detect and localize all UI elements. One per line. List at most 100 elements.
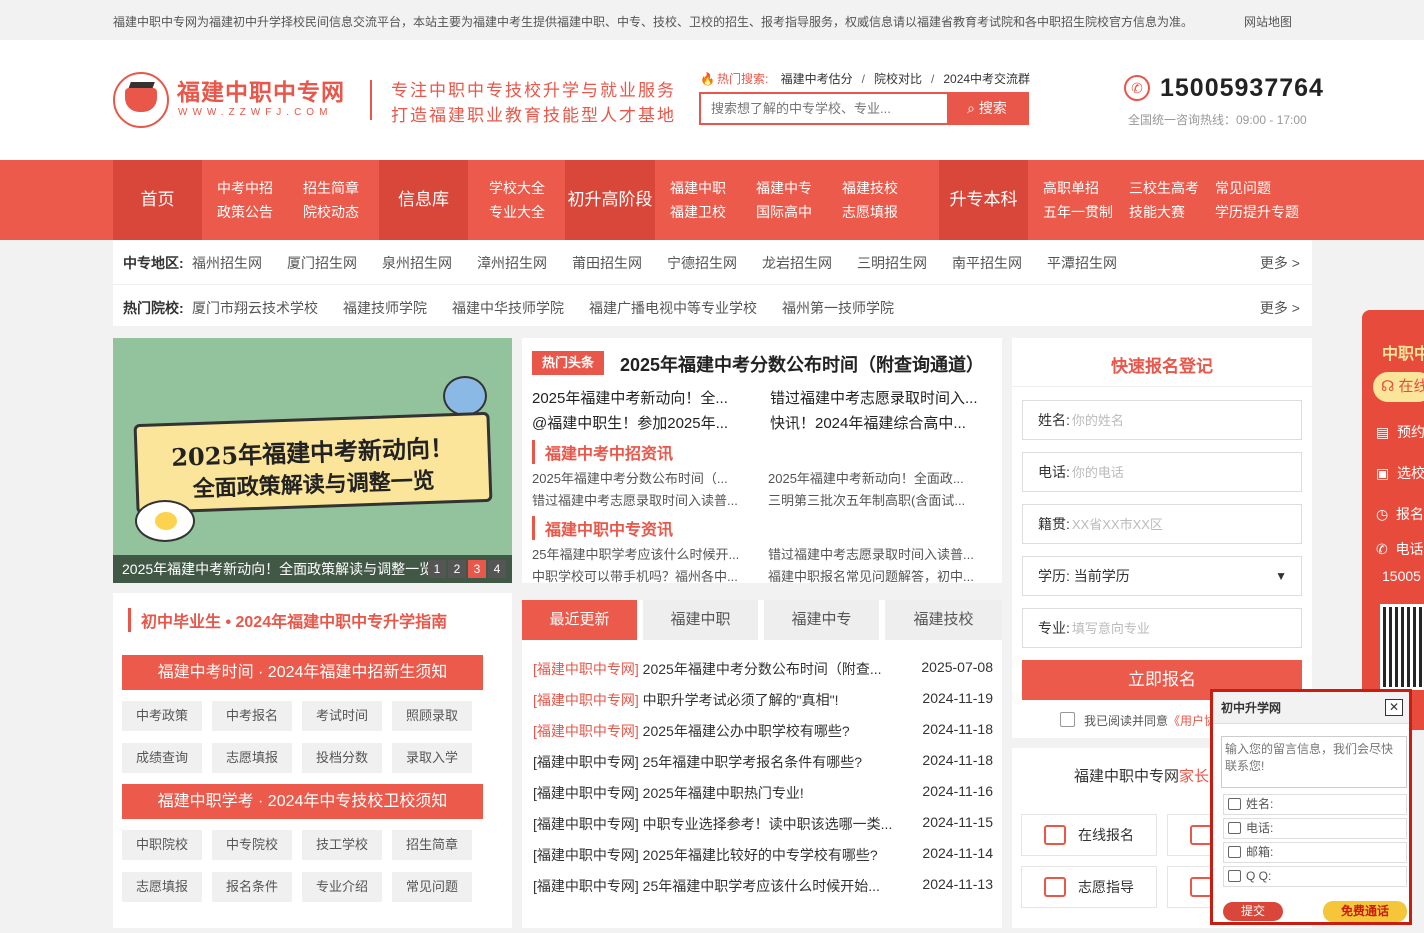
nav-link[interactable]: 志愿填报: [842, 200, 898, 224]
banner-dot-active[interactable]: 3: [468, 560, 486, 578]
tab-zhongzhuan[interactable]: 福建中专: [764, 600, 879, 640]
guide-tag[interactable]: 考试时间: [302, 701, 382, 731]
close-icon[interactable]: ✕: [1385, 699, 1403, 716]
chat-submit-button[interactable]: 提交: [1223, 902, 1283, 921]
float-item[interactable]: ✆ 电话: [1376, 539, 1424, 559]
guide-tag[interactable]: 中专院校: [212, 830, 292, 860]
news-link[interactable]: 2025年福建中考新动向！全面政...: [768, 468, 993, 487]
item-title[interactable]: 中职专业选择参考！读中职该选哪一类...: [643, 814, 893, 834]
hot-search-item[interactable]: 2024中考交流群: [943, 72, 1030, 86]
nav-link[interactable]: 学历提升专题: [1215, 200, 1299, 224]
nav-link[interactable]: 招生简章: [303, 176, 359, 200]
banner-dot[interactable]: 4: [488, 560, 506, 578]
nav-college[interactable]: 升专本科: [939, 160, 1028, 240]
region-link[interactable]: 漳州招生网: [477, 253, 547, 273]
guide-tag[interactable]: 中职院校: [122, 830, 202, 860]
news-link[interactable]: 2025年福建中考新动向！全...: [532, 387, 757, 408]
guide-tag[interactable]: 照顾录取: [392, 701, 472, 731]
school-link[interactable]: 福建技师学院: [343, 298, 427, 318]
list-item[interactable]: [福建中职中专网] 25年福建中职学考应该什么时候开始... 2024-11-13: [533, 876, 993, 896]
nav-link[interactable]: 中考中招: [217, 176, 273, 200]
guide-tag[interactable]: 专业介绍: [302, 872, 382, 902]
logo-title[interactable]: 福建中职中专网: [177, 73, 345, 107]
guide-bar-xuekao[interactable]: 福建中职学考 · 2024年中专技校卫校须知: [122, 784, 483, 819]
list-item[interactable]: [福建中职中专网] 2025年福建比较好的中专学校有哪些? 2024-11-14: [533, 845, 993, 865]
list-item[interactable]: [福建中职中专网] 中职升学考试必须了解的"真相"! 2024-11-19: [533, 690, 993, 710]
nav-link[interactable]: 院校动态: [303, 200, 359, 224]
item-title[interactable]: 25年福建中职学考应该什么时候开始...: [643, 876, 880, 896]
nav-link[interactable]: 政策公告: [217, 200, 273, 224]
section-title-zhongzhi[interactable]: 福建中职中专资讯: [532, 516, 673, 540]
nav-link[interactable]: 福建中职: [670, 176, 726, 200]
logo-emblem-icon[interactable]: [113, 72, 169, 128]
free-call-button[interactable]: 免费通话: [1323, 901, 1407, 922]
headline-title[interactable]: 2025年福建中考分数公布时间（附查询通道）: [620, 351, 984, 377]
item-title[interactable]: 2025年福建中考分数公布时间（附查...: [643, 659, 882, 679]
nav-info[interactable]: 信息库: [379, 160, 468, 240]
chat-phone-input[interactable]: 电话:: [1223, 818, 1407, 839]
banner-carousel[interactable]: 2025年福建中考新动向！ 全面政策解读与调整一览 2025年福建中考新动向！全…: [113, 338, 512, 583]
nav-link[interactable]: 常见问题: [1215, 176, 1271, 200]
agree-checkbox[interactable]: [1060, 712, 1075, 727]
chat-email-input[interactable]: 邮箱:: [1223, 842, 1407, 863]
news-link[interactable]: 中职学校可以带手机吗？福州各中...: [532, 566, 757, 585]
news-link[interactable]: 福建中职报名常见问题解答，初中...: [768, 566, 993, 585]
banner-dot[interactable]: 1: [428, 560, 446, 578]
region-link[interactable]: 莆田招生网: [572, 253, 642, 273]
sitemap-link[interactable]: 网站地图: [1244, 13, 1292, 30]
guide-tag[interactable]: 中考政策: [122, 701, 202, 731]
education-select[interactable]: 学历: 当前学历 ▼: [1022, 556, 1302, 596]
guide-tag[interactable]: 中考报名: [212, 701, 292, 731]
search-button[interactable]: ⌕ 搜索: [947, 94, 1027, 123]
float-item[interactable]: ◷ 报名: [1376, 504, 1424, 524]
school-more-link[interactable]: 更多 >: [1260, 298, 1300, 318]
guide-tag[interactable]: 技工学校: [302, 830, 382, 860]
online-consult-button[interactable]: ☊ 在线咨询: [1373, 372, 1424, 402]
name-field[interactable]: 姓名: 你的姓名: [1022, 400, 1302, 440]
guide-tag[interactable]: 录取入学: [392, 743, 472, 773]
news-link[interactable]: @福建中职生！参加2025年...: [532, 412, 757, 433]
tab-latest[interactable]: 最近更新: [522, 600, 637, 640]
guide-tag[interactable]: 成绩查询: [122, 743, 202, 773]
phone-field[interactable]: 电话: 你的电话: [1022, 452, 1302, 492]
online-register-button[interactable]: 在线报名: [1021, 814, 1157, 856]
chat-message-input[interactable]: [1221, 736, 1407, 788]
hot-search-item[interactable]: 院校对比: [874, 72, 922, 86]
guide-tag[interactable]: 招生简章: [392, 830, 472, 860]
region-link[interactable]: 南平招生网: [952, 253, 1022, 273]
chat-qq-input[interactable]: Q Q:: [1223, 866, 1407, 887]
item-title[interactable]: 2025年福建比较好的中专学校有哪些?: [643, 845, 878, 865]
list-item[interactable]: [福建中职中专网] 2025年福建中职热门专业! 2024-11-16: [533, 783, 993, 803]
school-link[interactable]: 福州第一技师学院: [782, 298, 894, 318]
region-link[interactable]: 泉州招生网: [382, 253, 452, 273]
item-title[interactable]: 2025年福建中职热门专业!: [643, 783, 804, 803]
guide-bar-zhongkao[interactable]: 福建中考时间 · 2024年福建中招新生须知: [122, 655, 483, 690]
nav-upgrade[interactable]: 初升高阶段: [565, 160, 655, 240]
section-title-zhongkao[interactable]: 福建中考中招资讯: [532, 440, 673, 464]
news-link[interactable]: 三明第三批次五年制高职(含面试...: [768, 490, 993, 509]
hotline-number[interactable]: 15005937764: [1160, 74, 1324, 103]
origin-field[interactable]: 籍贯: XX省XX市XX区: [1022, 504, 1302, 544]
guide-tag[interactable]: 投档分数: [302, 743, 382, 773]
region-link[interactable]: 三明招生网: [857, 253, 927, 273]
school-link[interactable]: 福建广播电视中等专业学校: [589, 298, 757, 318]
nav-home[interactable]: 首页: [113, 160, 202, 240]
item-title[interactable]: 25年福建中职学考报名条件有哪些?: [643, 752, 862, 772]
list-item[interactable]: [福建中职中专网] 中职专业选择参考！读中职该选哪一类... 2024-11-15: [533, 814, 993, 834]
search-input[interactable]: [701, 94, 947, 123]
float-item[interactable]: ▣ 选校: [1376, 463, 1424, 483]
volunteer-guide-button[interactable]: 志愿指导: [1021, 866, 1157, 908]
school-link[interactable]: 厦门市翔云技术学校: [192, 298, 318, 318]
news-link[interactable]: 25年福建中职学考应该什么时候开...: [532, 544, 757, 563]
list-item[interactable]: [福建中职中专网] 2025年福建公办中职学校有哪些? 2024-11-18: [533, 721, 993, 741]
nav-link[interactable]: 高职单招: [1043, 176, 1099, 200]
guide-tag[interactable]: 常见问题: [392, 872, 472, 902]
tab-jixiao[interactable]: 福建技校: [885, 600, 1002, 640]
item-title[interactable]: 中职升学考试必须了解的"真相"!: [643, 690, 839, 710]
nav-link[interactable]: 专业大全: [489, 200, 545, 224]
region-more-link[interactable]: 更多 >: [1260, 253, 1300, 273]
news-link[interactable]: 错过福建中考志愿录取时间入读普...: [768, 544, 993, 563]
nav-link[interactable]: 福建技校: [842, 176, 898, 200]
school-link[interactable]: 福建中华技师学院: [452, 298, 564, 318]
nav-link[interactable]: 技能大赛: [1129, 200, 1185, 224]
